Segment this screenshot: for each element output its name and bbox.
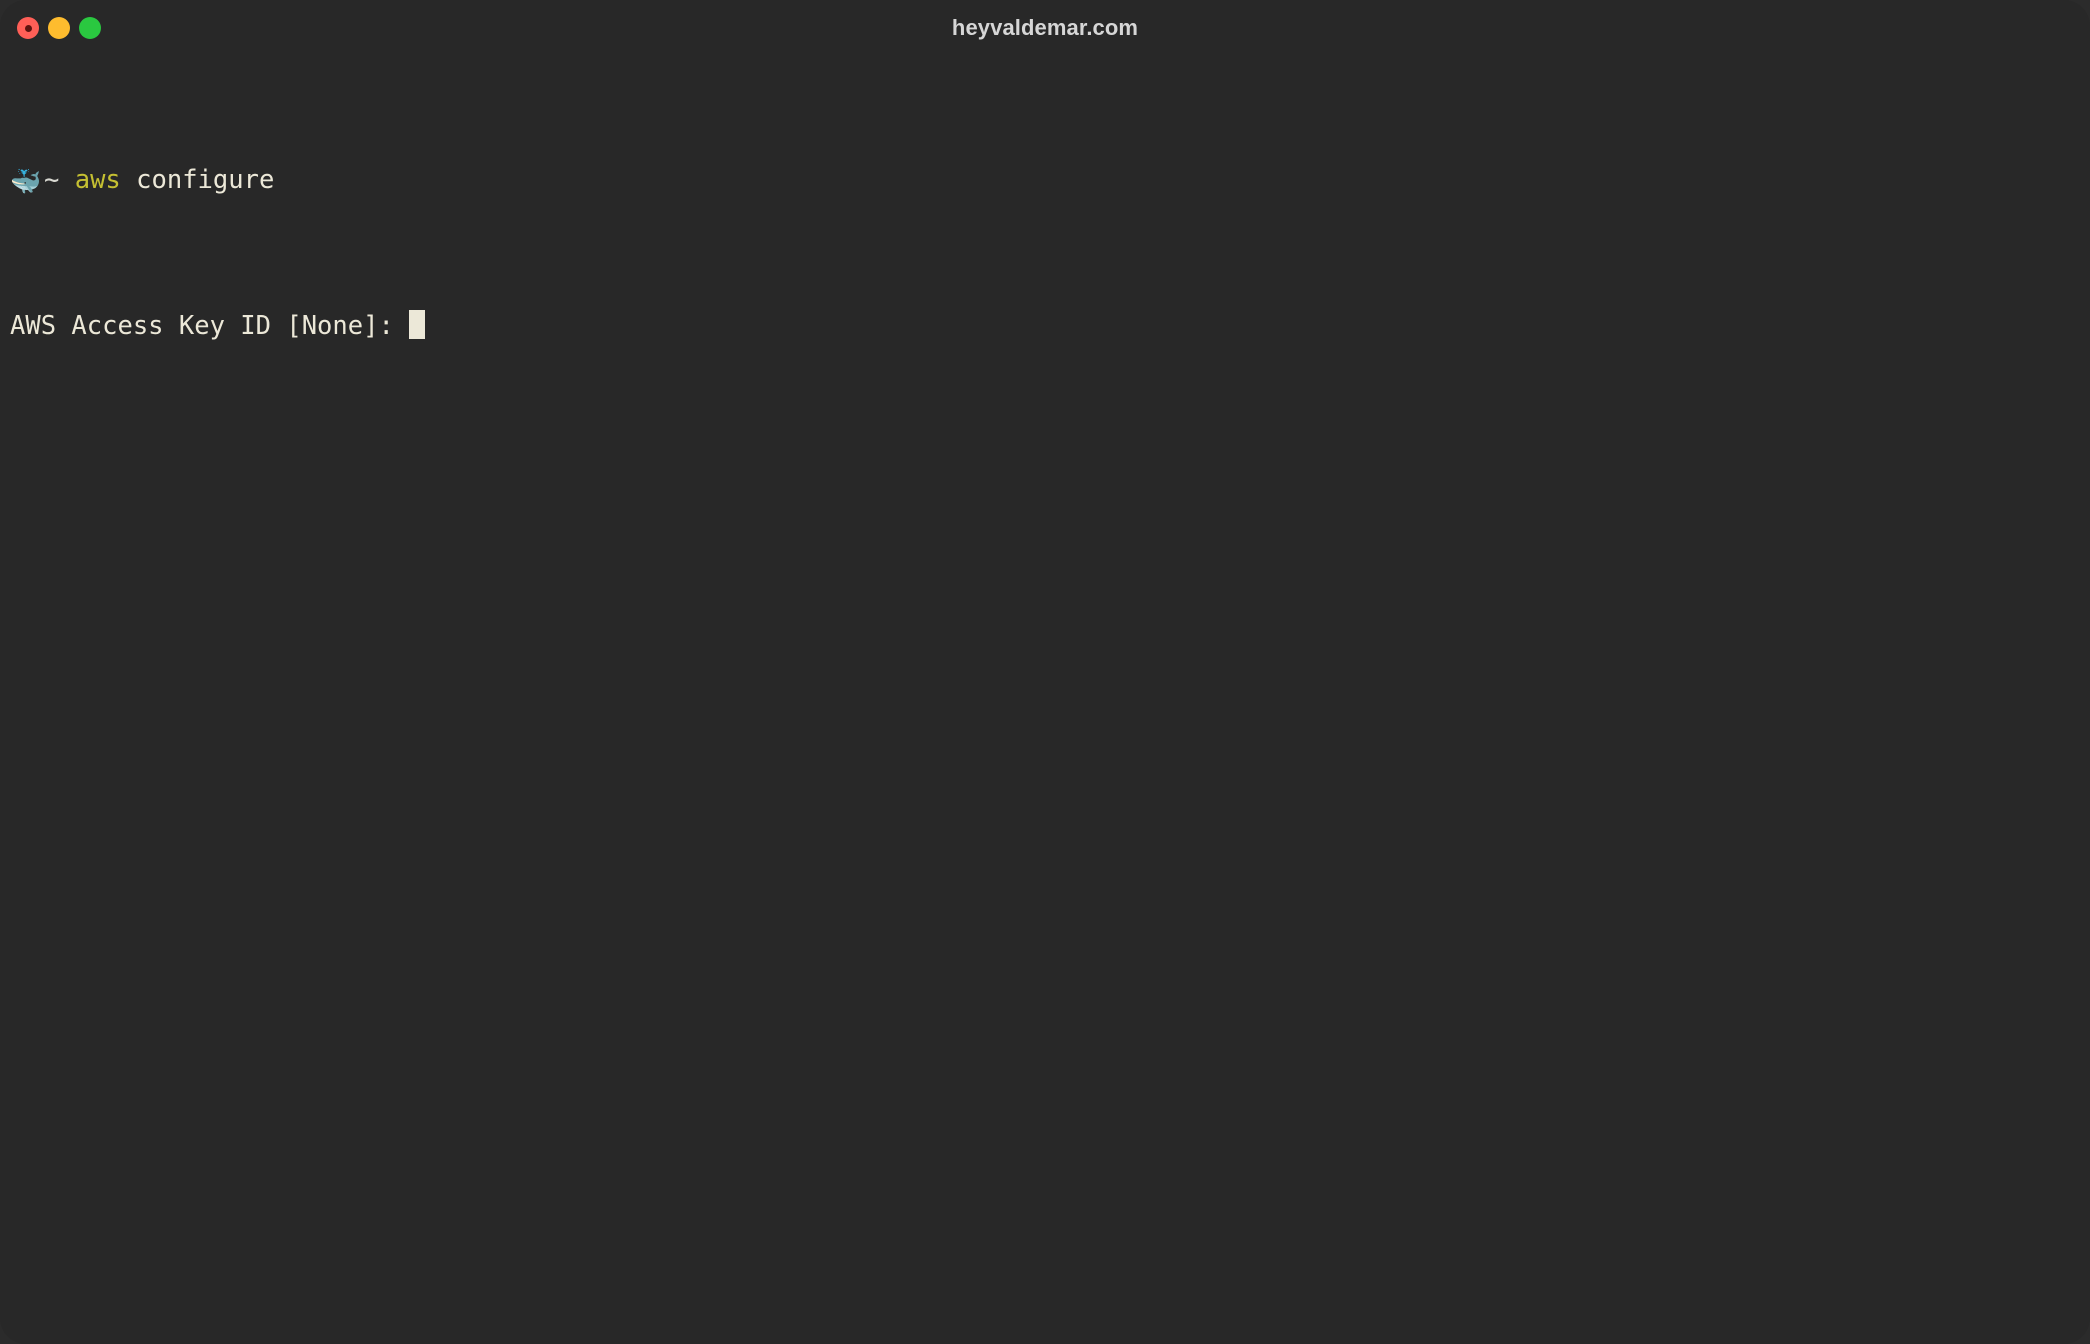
whale-icon: 🐳: [10, 166, 42, 196]
title-bar: heyvaldemar.com: [0, 0, 2090, 56]
window-title: heyvaldemar.com: [951, 15, 1139, 40]
close-button[interactable]: [17, 17, 39, 39]
command-name: aws: [74, 164, 121, 195]
maximize-button[interactable]: [79, 17, 101, 39]
terminal-window: heyvaldemar.com 🐳 ~ aws configure AWS Acc…: [0, 0, 2090, 1344]
prompt-path: ~: [44, 164, 60, 195]
output-text: AWS Access Key ID [None]:: [10, 310, 410, 341]
output-line: AWS Access Key ID [None]:: [10, 308, 2080, 345]
traffic-lights: [17, 17, 101, 39]
text-cursor: [409, 309, 426, 339]
terminal-output-area[interactable]: 🐳 ~ aws configure AWS Access Key ID [None…: [0, 52, 2090, 1344]
prompt-line: 🐳 ~ aws configure: [10, 162, 2080, 199]
command-args: configure: [120, 164, 275, 195]
minimize-button[interactable]: [48, 17, 70, 39]
